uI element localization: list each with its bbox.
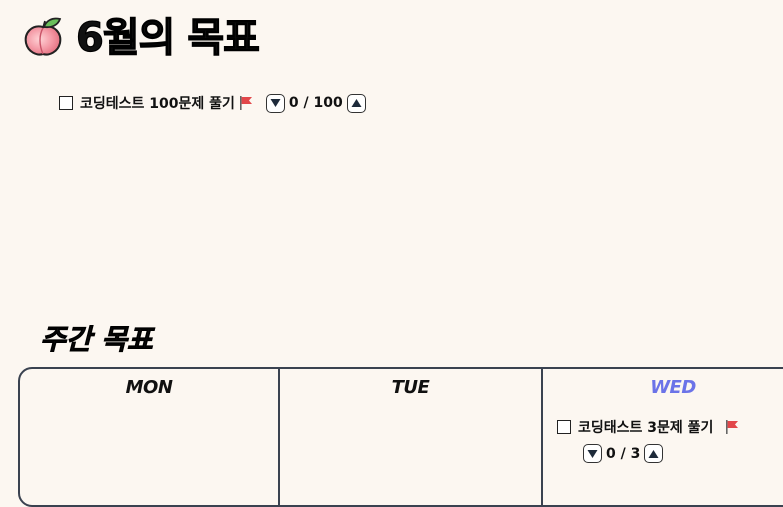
day-column-mon: MON xyxy=(20,369,280,505)
peach-icon xyxy=(24,17,62,56)
day-header-wed: WED xyxy=(650,377,696,398)
task-progress-count: 0 / 3 xyxy=(606,445,641,462)
day-header-mon: MON xyxy=(125,377,173,398)
task-increment-button[interactable] xyxy=(644,444,664,463)
day-column-tue: TUE xyxy=(280,369,543,505)
red-flag-icon xyxy=(726,420,739,434)
triangle-up-icon xyxy=(351,99,362,107)
task-checkbox[interactable] xyxy=(557,420,571,434)
goal-progress-count: 0 / 100 xyxy=(288,95,343,111)
goal-decrement-button[interactable] xyxy=(265,93,285,113)
monthly-goal-item: 코딩테스트 100문제 풀기 0 / 100 xyxy=(59,92,366,114)
task-decrement-button[interactable] xyxy=(583,444,602,463)
day-header-tue: TUE xyxy=(391,377,430,398)
triangle-down-icon xyxy=(270,99,281,107)
goal-checkbox[interactable] xyxy=(59,96,73,110)
triangle-up-icon xyxy=(648,449,659,458)
goal-label: 코딩테스트 100문제 풀기 xyxy=(80,96,235,112)
task-label: 코딩태스트 3문제 풀기 xyxy=(578,420,714,436)
red-flag-icon xyxy=(239,96,252,110)
weekly-grid: MON TUE WED 코딩태스트 3문제 풀기 0 / 3 xyxy=(18,367,783,507)
triangle-down-icon xyxy=(587,449,598,458)
weekly-task-item: 코딩태스트 3문제 풀기 xyxy=(557,417,740,437)
weekly-goal-title: 주간 목표 xyxy=(40,323,154,357)
page-title: 6월의 목표 xyxy=(75,14,260,61)
day-column-wed: WED 코딩태스트 3문제 풀기 0 / 3 xyxy=(543,369,783,505)
goal-increment-button[interactable] xyxy=(346,93,366,113)
task-stepper: 0 / 3 xyxy=(583,444,664,463)
